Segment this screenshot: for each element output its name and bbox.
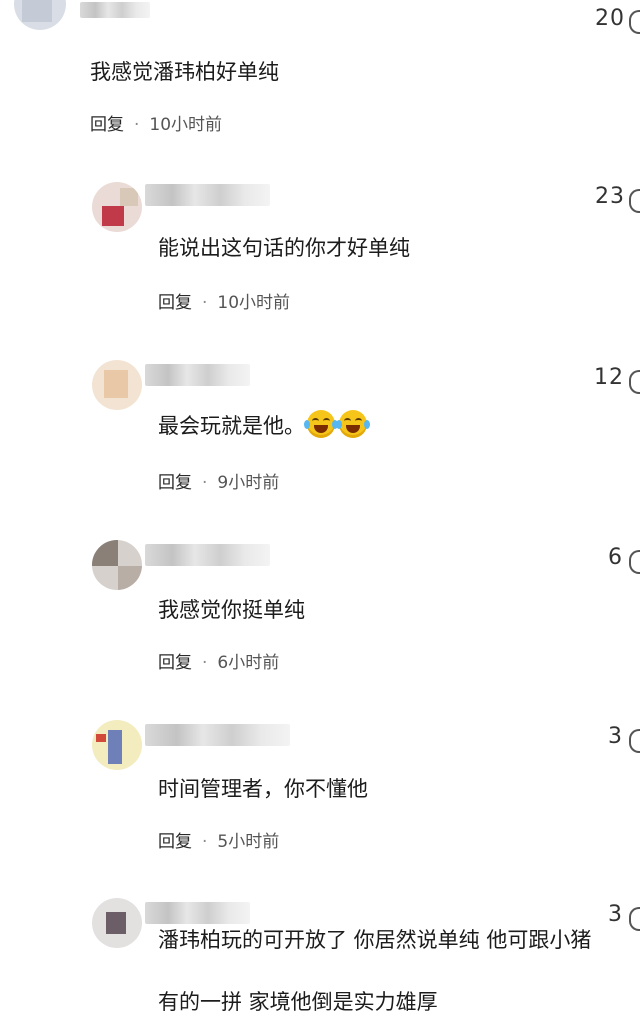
reply-button[interactable]: 回复 <box>158 832 192 852</box>
comment-text-body: 最会玩就是他。 <box>158 414 305 438</box>
comment-text: 我感觉你挺单纯 <box>158 598 305 622</box>
reply-button[interactable]: 回复 <box>158 473 192 493</box>
avatar[interactable] <box>92 720 142 770</box>
like-icon[interactable] <box>629 370 640 394</box>
username-blurred[interactable] <box>145 902 250 924</box>
like-icon[interactable] <box>629 10 640 34</box>
avatar[interactable] <box>92 360 142 410</box>
timestamp: 9小时前 <box>217 473 280 493</box>
separator-dot: · <box>134 115 140 135</box>
timestamp: 5小时前 <box>217 832 280 852</box>
laughing-tears-emoji <box>304 410 338 438</box>
comment-text: 能说出这句话的你才好单纯 <box>158 236 410 260</box>
comment-meta: 回复 · 6小时前 <box>158 648 279 673</box>
comment-meta: 回复 · 10小时前 <box>90 110 222 135</box>
separator-dot: · <box>202 832 208 852</box>
reply-button[interactable]: 回复 <box>90 115 124 135</box>
username-blurred[interactable] <box>80 2 150 18</box>
avatar[interactable] <box>14 0 66 30</box>
timestamp: 10小时前 <box>217 293 291 313</box>
timestamp: 10小时前 <box>149 115 223 135</box>
username-blurred[interactable] <box>145 724 290 746</box>
avatar[interactable] <box>92 182 142 232</box>
avatar[interactable] <box>92 540 142 590</box>
reply-button[interactable]: 回复 <box>158 293 192 313</box>
comment-meta: 回复 · 10小时前 <box>158 288 290 313</box>
like-icon[interactable] <box>629 729 640 753</box>
timestamp: 6小时前 <box>217 653 280 673</box>
username-blurred[interactable] <box>145 544 270 566</box>
like-icon[interactable] <box>629 189 640 213</box>
like-count: 12 <box>594 365 624 390</box>
comment-meta: 回复 · 9小时前 <box>158 468 279 493</box>
like-icon[interactable] <box>629 907 640 931</box>
comment-text: 最会玩就是他。 <box>158 410 370 440</box>
comment-text: 我感觉潘玮柏好单纯 <box>90 60 279 84</box>
laughing-tears-emoji <box>336 410 370 438</box>
separator-dot: · <box>202 293 208 313</box>
comment-text: 时间管理者，你不懂他 <box>158 777 368 801</box>
comment-text: 潘玮柏玩的可开放了 你居然说单纯 他可跟小猪 <box>158 928 592 952</box>
like-count: 23 <box>595 184 625 209</box>
comment-text-line2: 有的一拼 家境他倒是实力雄厚 <box>158 990 438 1014</box>
username-blurred[interactable] <box>145 364 250 386</box>
reply-button[interactable]: 回复 <box>158 653 192 673</box>
comment-meta: 回复 · 5小时前 <box>158 827 279 852</box>
like-count: 20 <box>595 6 625 31</box>
separator-dot: · <box>202 473 208 493</box>
like-icon[interactable] <box>629 550 640 574</box>
separator-dot: · <box>202 653 208 673</box>
avatar[interactable] <box>92 898 142 948</box>
username-blurred[interactable] <box>145 184 270 206</box>
like-count: 3 <box>608 724 623 749</box>
like-count: 3 <box>608 902 623 927</box>
like-count: 6 <box>608 545 623 570</box>
